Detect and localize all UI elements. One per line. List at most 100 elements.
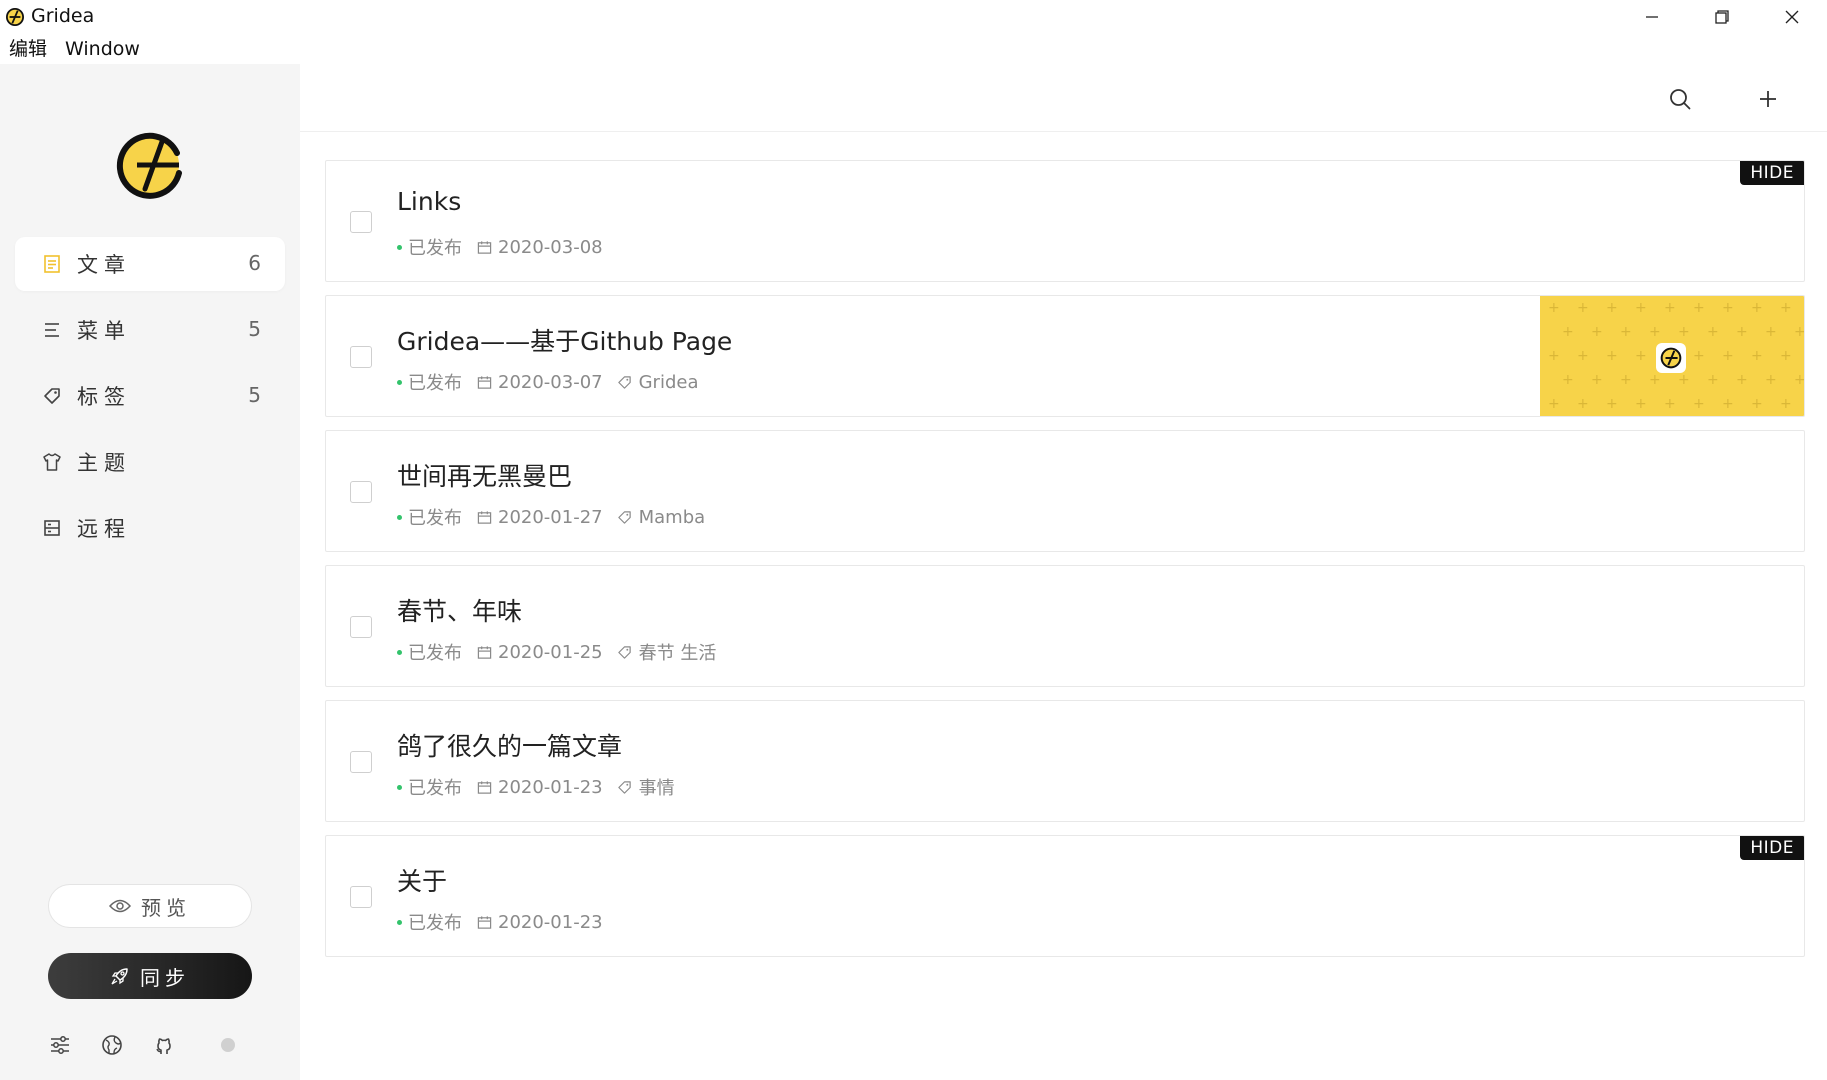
sidebar-item-theme[interactable]: 主题: [15, 435, 285, 489]
sidebar: 文章 6 菜单 5 标签 5 主题 远程 预览 同步: [0, 64, 300, 1080]
post-tags: 事情: [638, 778, 675, 799]
calendar-icon: [476, 239, 492, 255]
post-card[interactable]: 春节、年味已发布 2020-01-25 春节 生活: [325, 565, 1805, 687]
close-icon: [1785, 10, 1799, 24]
sync-label: 同步: [140, 965, 190, 990]
post-card[interactable]: 鸽了很久的一篇文章 已发布 2020-01-23 事情: [325, 700, 1805, 822]
article-icon: [41, 253, 63, 275]
calendar-icon: [476, 644, 492, 660]
post-checkbox[interactable]: [350, 751, 372, 773]
tag-icon: [617, 779, 633, 795]
post-date: 2020-03-08: [498, 236, 603, 258]
post-list: Links 已发布 2020-03-08 HIDE Gridea——基于Github P…: [325, 160, 1805, 970]
preview-label: 预览: [141, 895, 191, 920]
post-card[interactable]: Gridea——基于Github Page 已发布 2020-03-07 Gridea…: [325, 295, 1805, 417]
search-icon: [1670, 89, 1691, 110]
post-checkbox[interactable]: [350, 886, 372, 908]
globe-icon[interactable]: [100, 1033, 124, 1057]
main-toolbar: [300, 64, 1827, 132]
post-tags: Mamba: [638, 506, 706, 528]
menu-window[interactable]: Window: [65, 34, 140, 64]
post-status: 已发布: [408, 508, 462, 529]
post-date: 2020-01-23: [498, 776, 603, 798]
minimize-button[interactable]: [1617, 0, 1687, 34]
post-tags: Gridea: [638, 371, 699, 393]
post-card[interactable]: 关于已发布 2020-01-23 HIDE: [325, 835, 1805, 957]
gridea-app-icon: [6, 8, 24, 26]
published-dot: [397, 784, 402, 790]
status-dot: [216, 1033, 240, 1057]
search-button[interactable]: [1667, 86, 1693, 112]
post-status: 已发布: [408, 643, 462, 664]
theme-icon: [41, 451, 63, 473]
sidebar-item-label: 菜单: [77, 319, 131, 343]
restore-icon: [1715, 10, 1729, 24]
tag-icon: [617, 374, 633, 390]
post-date: 2020-03-07: [498, 371, 603, 393]
sync-button[interactable]: 同步: [48, 953, 252, 999]
sidebar-item-menus[interactable]: 菜单 5: [15, 303, 285, 357]
sidebar-item-label: 文章: [77, 253, 131, 277]
rocket-icon: [111, 968, 128, 985]
post-title[interactable]: 鸽了很久的一篇文章: [397, 727, 622, 763]
title-bar: Gridea: [0, 0, 1827, 34]
post-title[interactable]: 春节、年味: [397, 592, 522, 628]
eye-icon: [109, 899, 131, 913]
menu-edit[interactable]: 编辑: [9, 34, 47, 64]
published-dot: [397, 244, 402, 250]
sidebar-item-label: 远程: [77, 517, 131, 541]
post-card[interactable]: 世间再无黑曼巴已发布 2020-01-27 Mamba: [325, 430, 1805, 552]
post-status: 已发布: [408, 913, 462, 934]
hide-badge: HIDE: [1740, 836, 1804, 860]
menu-icon: [41, 319, 63, 341]
published-dot: [397, 649, 402, 655]
post-card[interactable]: Links 已发布 2020-03-08 HIDE: [325, 160, 1805, 282]
sidebar-item-label: 标签: [77, 385, 131, 409]
post-meta: 已发布 2020-01-27 Mamba: [397, 504, 705, 530]
add-post-button[interactable]: [1755, 86, 1781, 112]
sidebar-nav: 文章 6 菜单 5 标签 5 主题 远程: [15, 237, 285, 567]
post-title[interactable]: 世间再无黑曼巴: [397, 457, 572, 493]
hide-badge: HIDE: [1740, 161, 1804, 185]
sidebar-item-label: 主题: [77, 451, 131, 475]
calendar-icon: [476, 914, 492, 930]
post-meta: 已发布 2020-01-23 事情: [397, 774, 675, 800]
tag-icon: [617, 644, 633, 660]
gridea-logo: [116, 132, 182, 199]
post-status: 已发布: [408, 373, 462, 394]
post-title[interactable]: 关于: [397, 862, 447, 898]
settings-icon[interactable]: [48, 1033, 72, 1057]
calendar-icon: [476, 509, 492, 525]
post-tags: 春节 生活: [638, 643, 717, 664]
published-dot: [397, 514, 402, 520]
sidebar-item-count: 5: [248, 383, 261, 407]
window-title: Gridea: [31, 5, 95, 27]
post-date: 2020-01-27: [498, 506, 603, 528]
sidebar-item-count: 6: [248, 251, 261, 275]
post-checkbox[interactable]: [350, 481, 372, 503]
post-checkbox[interactable]: [350, 616, 372, 638]
sidebar-footer: [48, 1033, 248, 1061]
main-content: Links 已发布 2020-03-08 HIDE Gridea——基于Github P…: [300, 64, 1827, 1080]
post-feature-image: + + + + + + + + + + + + + + + + + + + + + + + + + + + + + + + + + + + + + + + +…: [1540, 296, 1804, 416]
sidebar-item-remote[interactable]: 远程: [15, 501, 285, 555]
published-dot: [397, 379, 402, 385]
minimize-icon: [1646, 16, 1658, 18]
sidebar-item-tags[interactable]: 标签 5: [15, 369, 285, 423]
add-icon: [1760, 91, 1776, 107]
post-date: 2020-01-25: [498, 641, 603, 663]
post-title[interactable]: Gridea——基于Github Page: [397, 322, 732, 358]
preview-button[interactable]: 预览: [48, 884, 252, 928]
sidebar-item-articles[interactable]: 文章 6: [15, 237, 285, 291]
post-title[interactable]: Links: [397, 187, 461, 216]
post-checkbox[interactable]: [350, 346, 372, 368]
tag-icon: [41, 385, 63, 407]
post-meta: 已发布 2020-03-08: [397, 234, 617, 260]
calendar-icon: [476, 374, 492, 390]
post-checkbox[interactable]: [350, 211, 372, 233]
github-icon[interactable]: [152, 1033, 176, 1057]
close-button[interactable]: [1757, 0, 1827, 34]
post-date: 2020-01-23: [498, 911, 603, 933]
published-dot: [397, 919, 402, 925]
restore-button[interactable]: [1687, 0, 1757, 34]
